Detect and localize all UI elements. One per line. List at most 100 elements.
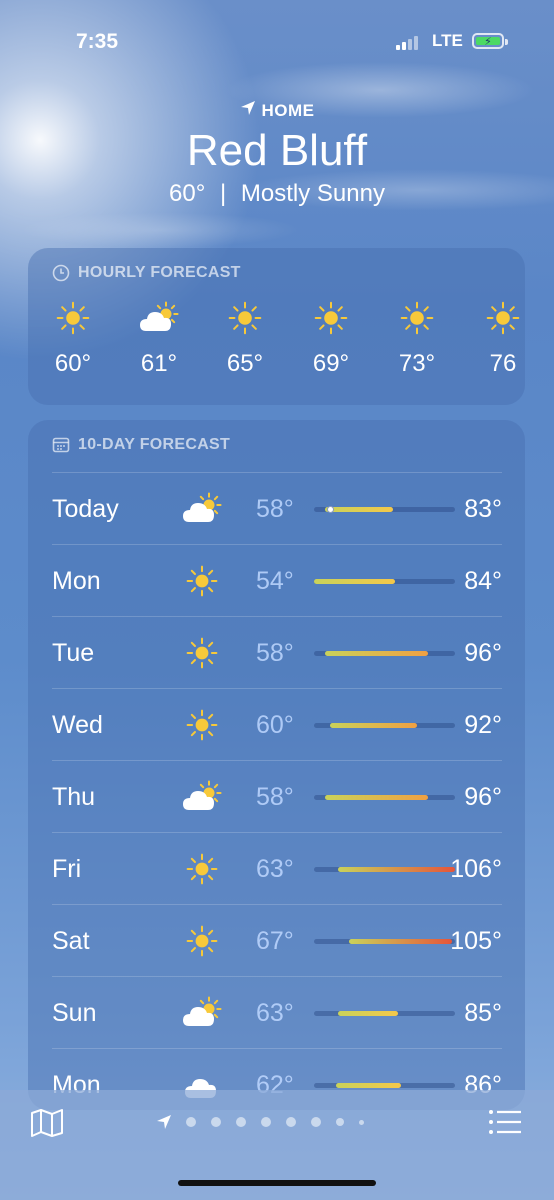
forecast-low-temp: 58° [256,639,294,667]
temperature-range-bar [314,1083,455,1088]
page-dot[interactable] [261,1117,271,1127]
location-label: HOME [0,100,554,121]
location-arrow-icon [157,1115,171,1129]
hourly-forecast-title: HOURLY FORECAST [52,264,241,282]
forecast-low-temp: 60° [256,711,294,739]
partly-cloudy-icon [180,491,224,527]
forecast-low-temp: 67° [256,927,294,955]
page-dot[interactable] [211,1117,221,1127]
forecast-day-row[interactable]: Today 58° 83° [52,472,502,544]
network-type: LTE [432,31,463,50]
hourly-temp: 65° [226,350,264,377]
sun-icon [468,300,525,336]
forecast-low-temp: 58° [256,495,294,523]
page-indicator[interactable] [156,1114,379,1130]
sun-icon [180,923,224,959]
hourly-item: 60° [38,300,108,378]
sun-icon [382,300,452,336]
forecast-day-row[interactable]: Thu 58° 96° [52,760,502,832]
calendar-icon [52,437,70,453]
forecast-high-temp: 92° [464,711,502,739]
home-indicator[interactable] [178,1180,376,1186]
temperature-range-bar [314,579,455,584]
forecast-high-temp: 85° [464,999,502,1027]
temperature-range-fill [338,867,455,872]
list-icon[interactable] [488,1109,522,1135]
partly-cloudy-icon [124,300,194,336]
forecast-day-label: Thu [52,783,96,811]
forecast-day-label: Wed [52,711,103,739]
forecast-day-row[interactable]: Wed 60° 92° [52,688,502,760]
city-name: Red Bluff [186,126,368,175]
sun-icon [180,635,224,671]
forecast-low-temp: 63° [256,999,294,1027]
sun-icon [180,851,224,887]
hourly-item: 65° [210,300,280,378]
page-dot[interactable] [336,1118,344,1126]
partly-cloudy-icon [180,995,224,1031]
hourly-forecast-card[interactable]: HOURLY FORECAST 60° 61° 65° 69° 73° 76 [28,248,525,405]
sun-icon [210,300,280,336]
forecast-low-temp: 58° [256,783,294,811]
forecast-day-row[interactable]: Tue 58° 96° [52,616,502,688]
forecast-high-temp: 83° [464,495,502,523]
summary-separator: | [220,180,227,207]
temperature-range-bar [314,795,455,800]
ten-day-forecast-card[interactable]: 10-DAY FORECAST Today 58° 83° Mon 54° 84… [28,420,525,1110]
temperature-range-fill [330,723,418,728]
forecast-high-temp: 105° [450,927,502,955]
status-time: 7:35 [76,30,119,53]
forecast-low-temp: 63° [256,855,294,883]
map-icon[interactable] [30,1108,64,1138]
page-dot[interactable] [359,1119,364,1125]
battery-charging-icon: ⚡ [472,33,508,49]
partly-cloudy-icon [180,779,224,815]
hourly-item: 69° [296,300,366,378]
page-dot[interactable] [311,1117,321,1127]
sun-icon [38,300,108,336]
temperature-range-fill [324,651,428,656]
hourly-temp: 60° [54,350,92,377]
forecast-day-label: Tue [52,639,95,667]
temperature-range-fill [324,507,393,512]
forecast-low-temp: 54° [256,567,294,595]
page-dot[interactable] [236,1117,246,1127]
page-dot[interactable] [286,1117,296,1127]
hourly-temp: 73° [398,350,436,377]
temperature-range-fill [314,579,396,584]
forecast-high-temp: 96° [464,783,502,811]
forecast-day-row[interactable]: Mon 54° 84° [52,544,502,616]
forecast-day-row[interactable]: Sun 63° 85° [52,976,502,1048]
hourly-temp: 69° [312,350,350,377]
clock-icon [52,264,70,282]
forecast-day-label: Sat [52,927,90,955]
temperature-range-bar [314,939,455,944]
hourly-item: 73° [382,300,452,378]
hourly-temp: 76 [489,350,517,377]
temperature-range-bar [314,651,455,656]
current-condition: Mostly Sunny [240,180,385,207]
status-bar: 7:35 LTE ⚡ [0,0,554,84]
forecast-day-label: Fri [52,855,82,883]
location-label-text: HOME [261,101,315,120]
sun-icon [180,563,224,599]
temperature-range-bar [314,506,455,513]
ten-day-forecast-title: 10-DAY FORECAST [52,436,230,454]
forecast-day-row[interactable]: Sat 67° 105° [52,904,502,976]
forecast-day-label: Today [52,495,119,523]
temperature-range-fill [324,795,428,800]
forecast-day-label: Mon [52,567,101,595]
forecast-day-row[interactable]: Fri 63° 106° [52,832,502,904]
temperature-range-fill [349,939,453,944]
temperature-range-bar [314,1011,455,1016]
hourly-title-text: HOURLY FORECAST [78,264,241,281]
page-dot[interactable] [186,1117,196,1127]
sun-icon [296,300,366,336]
hourly-item: 61° [124,300,194,378]
temperature-range-fill [335,1083,401,1088]
hourly-item: 76 [468,300,525,378]
current-temp: 60° [169,180,206,207]
forecast-high-temp: 96° [464,639,502,667]
ten-day-title-text: 10-DAY FORECAST [78,436,231,453]
cellular-signal-icon [396,34,422,50]
